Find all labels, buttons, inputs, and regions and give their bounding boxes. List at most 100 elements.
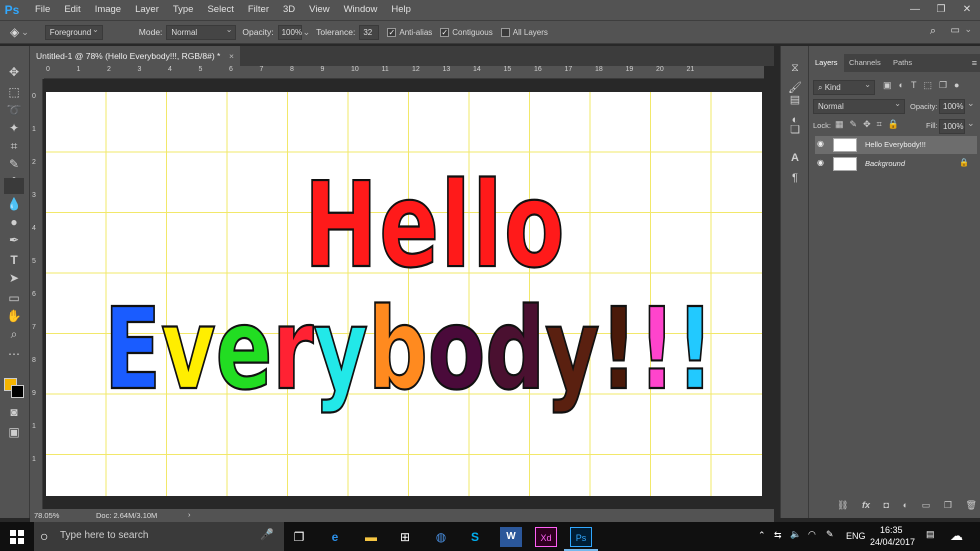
taskbar-search-box[interactable]: ○ Type here to search 🎤 xyxy=(34,522,284,551)
blur-tool-icon[interactable]: 💧 xyxy=(4,196,24,212)
adjustment-icon[interactable]: ◐ xyxy=(903,500,908,514)
onedrive-icon[interactable]: ☁ xyxy=(950,528,963,544)
quick-mask-icon[interactable]: ◙ xyxy=(4,404,24,420)
menu-view[interactable]: View xyxy=(302,0,336,20)
menu-3d[interactable]: 3D xyxy=(276,0,302,20)
more-tools-icon[interactable]: ⋯ xyxy=(4,346,24,362)
kind-filter-select[interactable]: ⌕ Kind xyxy=(813,78,875,95)
tray-chevron-icon[interactable]: ⌃ xyxy=(758,530,766,541)
lock-all-icon[interactable]: 🔒 xyxy=(888,119,905,129)
task-view-icon[interactable]: ❐ xyxy=(288,527,310,547)
menu-layer[interactable]: Layer xyxy=(128,0,166,20)
layer-row-background[interactable]: ◉ Background 🔒 xyxy=(815,155,977,173)
move-tool-icon[interactable]: ✥ xyxy=(4,64,24,80)
action-center-icon[interactable]: ▤ xyxy=(926,529,935,540)
close-button[interactable]: ✕ xyxy=(954,0,980,20)
network-icon[interactable]: ⇆ xyxy=(774,530,782,541)
photoshop-taskbar-icon[interactable]: Ps xyxy=(570,527,592,547)
word-icon[interactable]: W xyxy=(500,527,522,547)
zoom-level[interactable]: 78.05% xyxy=(34,511,59,520)
pixel-filter-icon[interactable]: ▣ xyxy=(883,80,899,90)
layer-name[interactable]: Background xyxy=(865,155,905,173)
contiguous-checkbox[interactable]: ✓ xyxy=(440,27,450,37)
menu-file[interactable]: File xyxy=(28,0,57,20)
lock-transparency-icon[interactable]: ▦ xyxy=(835,119,850,129)
lasso-tool-icon[interactable]: ➰ xyxy=(4,102,24,118)
lock-pixels-icon[interactable]: ✎ xyxy=(850,119,864,129)
fill-chevron-icon[interactable]: ⌄ xyxy=(967,118,975,129)
file-explorer-icon[interactable]: ▬ xyxy=(360,527,382,547)
edge-icon[interactable]: e xyxy=(324,527,346,547)
visibility-eye-icon[interactable]: ◉ xyxy=(817,158,827,168)
type-filter-icon[interactable]: T xyxy=(911,80,924,90)
shape-filter-icon[interactable]: ⬚ xyxy=(923,80,939,90)
paint-bucket-tool-icon[interactable] xyxy=(4,178,24,194)
menu-image[interactable]: Image xyxy=(88,0,128,20)
mode-select[interactable]: Normal xyxy=(166,23,237,40)
all-layers-checkbox[interactable] xyxy=(500,27,510,37)
paragraph-icon[interactable]: ¶ xyxy=(787,170,803,186)
status-menu-arrow[interactable]: › xyxy=(188,510,191,519)
lock-position-icon[interactable]: ✥ xyxy=(863,119,877,129)
group-icon[interactable]: ▭ xyxy=(922,500,931,514)
store-icon[interactable]: ⊞ xyxy=(394,527,416,547)
start-windows-icon[interactable] xyxy=(10,530,24,544)
skype-icon[interactable]: S xyxy=(464,527,486,547)
menu-edit[interactable]: Edit xyxy=(57,0,87,20)
crop-tool-icon[interactable]: ⌗ xyxy=(4,138,24,154)
screen-mode-icon[interactable]: ▣ xyxy=(4,424,24,440)
rectangle-tool-icon[interactable]: ▭ xyxy=(4,290,24,306)
visibility-eye-icon[interactable]: ◉ xyxy=(817,139,827,149)
maximize-button[interactable]: ❐ xyxy=(928,0,954,20)
document-tab[interactable]: Untitled-1 @ 78% (Hello Everybody!!!, RG… xyxy=(30,46,240,66)
background-color-swatch[interactable] xyxy=(11,385,24,398)
menu-select[interactable]: Select xyxy=(200,0,240,20)
menu-type[interactable]: Type xyxy=(166,0,201,20)
zoom-tool-icon[interactable]: ⌕ xyxy=(4,326,24,342)
panel-menu-icon[interactable]: ≡ xyxy=(972,58,977,68)
close-tab-icon[interactable]: × xyxy=(229,46,234,66)
lock-artboard-icon[interactable]: ⌗ xyxy=(877,119,888,129)
blend-mode-select[interactable]: Normal xyxy=(813,97,905,114)
fill-input[interactable]: 100% xyxy=(939,119,965,134)
character-icon[interactable]: A xyxy=(787,150,803,166)
workspace-chevron-icon[interactable]: ⌄ xyxy=(964,24,972,35)
layer-opacity-chevron-icon[interactable]: ⌄ xyxy=(967,98,975,109)
menu-window[interactable]: Window xyxy=(337,0,385,20)
smart-filter-icon[interactable]: ❐ xyxy=(939,80,954,90)
volume-icon[interactable]: 🔈 xyxy=(790,529,801,540)
tool-preset-chevron-icon[interactable]: ⌄ xyxy=(21,27,29,38)
new-layer-icon[interactable]: ❐ xyxy=(944,500,952,514)
path-selection-tool-icon[interactable]: ➤ xyxy=(4,270,24,286)
opacity-input[interactable]: 100% xyxy=(277,24,302,40)
language-indicator[interactable]: ENG xyxy=(846,531,866,541)
history-icon[interactable]: ⧖ xyxy=(787,60,803,76)
eyedropper-tool-icon[interactable]: ✎ xyxy=(4,156,24,172)
chrome-icon[interactable]: ◍ xyxy=(430,527,452,547)
menu-filter[interactable]: Filter xyxy=(241,0,276,20)
clock-time[interactable]: 16:35 xyxy=(880,525,903,535)
tab-layers[interactable]: Layers xyxy=(809,54,844,72)
document-canvas[interactable]: Hello Everybody!!! xyxy=(46,92,762,496)
search-icon[interactable]: ⌕ xyxy=(930,25,936,38)
workspace-icon[interactable]: ▭ xyxy=(951,25,960,36)
layers-comp-icon[interactable]: ❏ xyxy=(787,122,803,138)
opacity-chevron-icon[interactable]: ⌄ xyxy=(303,27,311,38)
trash-icon[interactable]: 🗑 xyxy=(965,500,976,514)
menu-help[interactable]: Help xyxy=(384,0,418,20)
microphone-icon[interactable]: 🎤 xyxy=(260,528,274,541)
layer-name[interactable]: Hello Everybody!!! xyxy=(865,136,926,154)
actions-icon[interactable]: ▤ xyxy=(787,92,803,108)
clock-date[interactable]: 24/04/2017 xyxy=(870,537,915,547)
marquee-tool-icon[interactable]: ⬚ xyxy=(4,84,24,100)
tab-paths[interactable]: Paths xyxy=(887,54,918,72)
adjustment-filter-icon[interactable]: ◐ xyxy=(899,80,911,90)
link-icon[interactable]: ⛓ xyxy=(837,500,848,514)
tolerance-input[interactable]: 32 xyxy=(359,24,380,40)
tab-channels[interactable]: Channels xyxy=(843,54,887,72)
hand-tool-icon[interactable]: ✋ xyxy=(4,308,24,324)
layer-row-text[interactable]: ◉ Hello Everybody!!! xyxy=(815,136,977,154)
magic-wand-tool-icon[interactable]: ✦ xyxy=(4,120,24,136)
pen-icon[interactable]: ✎ xyxy=(826,529,834,540)
pen-tool-icon[interactable]: ✒ xyxy=(4,232,24,248)
